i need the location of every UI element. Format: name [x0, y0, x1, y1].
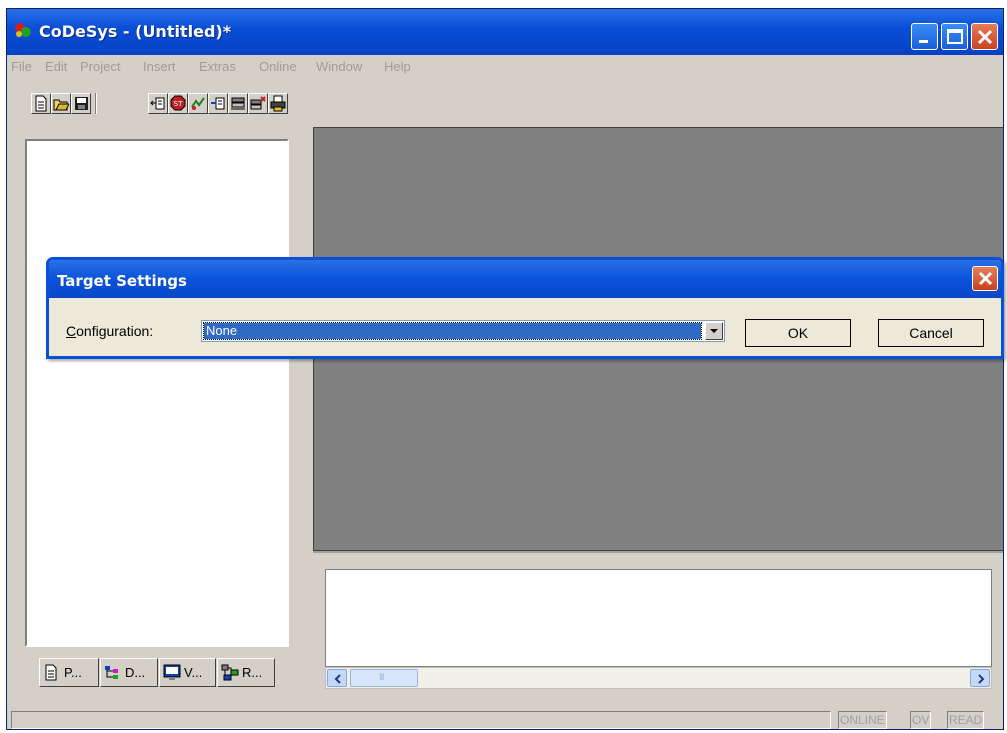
save-icon — [75, 97, 88, 110]
dialog-title-bar[interactable]: Target Settings — [49, 260, 1001, 298]
menu-window[interactable]: Window — [316, 59, 362, 74]
maximize-button[interactable] — [941, 23, 968, 50]
arrow-right-icon — [978, 674, 985, 684]
open-icon — [53, 99, 69, 111]
cancel-button[interactable]: Cancel — [878, 319, 984, 347]
cross-button[interactable] — [248, 93, 268, 114]
build-icon — [231, 97, 245, 110]
close-icon — [977, 29, 993, 45]
window-title: CoDeSys - (Untitled)* — [39, 22, 232, 41]
resources-icon — [221, 664, 239, 681]
menu-bar: File Edit Project Insert Extras Online W… — [7, 55, 1003, 77]
run-button[interactable] — [188, 93, 208, 114]
login-button[interactable] — [148, 93, 168, 114]
stop-icon: ST — [170, 95, 186, 111]
save-button[interactable] — [71, 93, 91, 114]
build-button[interactable] — [228, 93, 248, 114]
scroll-thumb-grip: III — [379, 672, 384, 682]
stop-button[interactable]: ST — [168, 93, 188, 114]
tab-pous[interactable]: P... — [39, 658, 99, 687]
tab-label: D... — [125, 665, 146, 680]
maximize-icon — [947, 29, 963, 44]
menu-insert[interactable]: Insert — [143, 59, 176, 74]
tab-data-types[interactable]: D... — [100, 658, 158, 687]
print-button[interactable] — [268, 93, 288, 114]
svg-text:ST: ST — [174, 100, 183, 108]
configuration-select[interactable]: None — [201, 320, 725, 342]
status-online: ONLINE — [838, 711, 887, 729]
codesys-app-icon — [15, 23, 31, 37]
target-settings-dialog: Target Settings Configuration: None OK C… — [46, 257, 1004, 359]
datatypes-icon — [105, 666, 118, 679]
close-button[interactable] — [971, 23, 998, 50]
configuration-label: Configuration: — [66, 323, 153, 339]
menu-online[interactable]: Online — [259, 59, 297, 74]
pou-icon — [45, 664, 57, 681]
ok-button[interactable]: OK — [745, 319, 851, 347]
print-icon — [270, 95, 286, 112]
step-button[interactable] — [208, 93, 228, 114]
menu-help[interactable]: Help — [384, 59, 411, 74]
dialog-title: Target Settings — [57, 272, 187, 290]
visualization-icon — [163, 664, 181, 680]
minimize-button[interactable] — [911, 23, 938, 50]
configuration-label-mnemonic: C — [66, 323, 77, 339]
scroll-right-button[interactable] — [970, 669, 990, 687]
menu-extras[interactable]: Extras — [199, 59, 236, 74]
configuration-label-text: onfiguration: — [76, 323, 154, 339]
title-bar[interactable]: CoDeSys - (Untitled)* — [7, 9, 1003, 55]
status-ov: OV — [910, 711, 932, 729]
object-tree[interactable] — [25, 139, 289, 647]
toolbar: ST — [7, 77, 1003, 121]
object-organizer: P... D... V... R... — [23, 137, 293, 719]
configuration-selected-value: None — [203, 322, 702, 340]
run-icon — [191, 97, 205, 110]
arrow-left-icon — [334, 674, 341, 684]
step-icon — [211, 97, 225, 110]
tab-resources[interactable]: R... — [217, 658, 275, 687]
scroll-thumb[interactable]: III — [350, 669, 418, 687]
message-window[interactable] — [325, 569, 992, 667]
tab-label: R... — [242, 665, 263, 680]
message-pane: III — [313, 551, 1003, 704]
scroll-left-button[interactable] — [327, 669, 347, 687]
cross-icon — [250, 96, 266, 110]
login-icon — [150, 97, 165, 110]
new-icon — [35, 95, 47, 112]
horizontal-scrollbar[interactable]: III — [325, 667, 992, 689]
codesys-main-window: CoDeSys - (Untitled)* File Edit Project … — [6, 8, 1004, 730]
tab-visualizations[interactable]: V... — [159, 658, 216, 687]
menu-project[interactable]: Project — [80, 59, 120, 74]
status-read: READ — [947, 711, 985, 729]
minimize-icon — [919, 40, 928, 43]
dialog-close-button[interactable] — [972, 266, 998, 291]
open-button[interactable] — [51, 93, 71, 114]
configuration-dropdown-button[interactable] — [705, 322, 723, 340]
tab-label: V... — [184, 665, 203, 680]
menu-edit[interactable]: Edit — [45, 59, 67, 74]
toolbar-separator — [95, 93, 97, 114]
close-icon — [978, 271, 993, 286]
new-button[interactable] — [31, 93, 51, 114]
status-text-area — [11, 711, 831, 729]
menu-file[interactable]: File — [11, 59, 32, 74]
chevron-down-icon — [710, 329, 718, 333]
tab-label: P... — [64, 665, 82, 680]
status-bar: ONLINE OV READ — [7, 709, 1003, 729]
